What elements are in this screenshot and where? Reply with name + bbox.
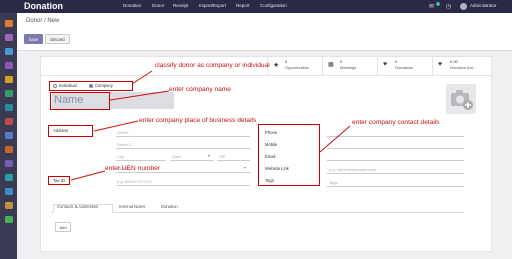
annotation-company-name: enter company name	[169, 86, 231, 93]
annotation-classify: classify donor as company or individual	[155, 62, 270, 69]
annotation-arrows	[70, 70, 351, 181]
annotation-uen: enter UEN number	[105, 165, 160, 172]
annotation-place: enter company place of business details	[139, 117, 257, 124]
annotation-contact: enter company contact details	[352, 119, 440, 126]
